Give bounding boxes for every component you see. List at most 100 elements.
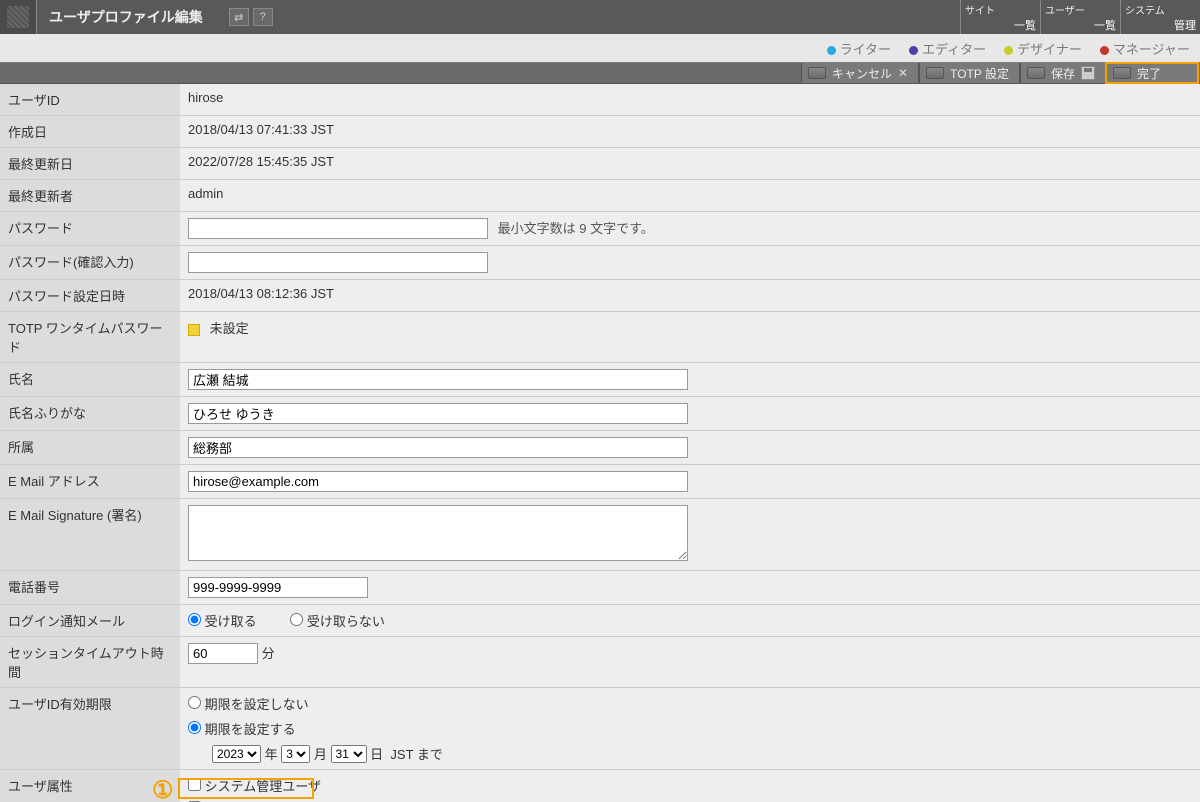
role-item: デザイナー [1004,39,1082,58]
dot-icon [1004,46,1013,55]
button-label: TOTP 設定 [950,65,1009,82]
disk-icon [1081,66,1095,80]
toggle-icon [1027,67,1045,79]
checkbox-label: システム管理ユーザ [205,779,321,794]
cancel-button[interactable]: キャンセル ✕ [801,63,919,83]
label-updated-by: 最終更新者 [0,180,180,212]
role-item: マネージャー [1100,39,1190,58]
radio-label: 受け取る [205,614,257,629]
gmenu-sub: 一覧 [965,17,1036,33]
email-input[interactable] [188,471,688,492]
label-dept: 所属 [0,431,180,465]
value-updated-by: admin [180,180,1200,212]
dot-icon [909,46,918,55]
expiry-tail: JST まで [390,747,443,762]
password-hint: 最小文字数は 9 文字です。 [498,221,654,236]
totp-status: 未設定 [210,321,249,336]
help-button[interactable]: ? [253,8,273,26]
toggle-icon [926,67,944,79]
topbar: ユーザプロファイル編集 ⇄ ? サイト 一覧 ユーザー 一覧 システム 管理 [0,0,1200,34]
radio-label: 期限を設定しない [205,697,309,712]
name-kana-input[interactable] [188,403,688,424]
gmenu-label: システム [1125,2,1196,17]
gmenu-label: サイト [965,2,1036,17]
action-toolbar: キャンセル ✕ TOTP 設定 保存 完了 [0,62,1200,84]
label-created: 作成日 [0,116,180,148]
radio-label: 受け取らない [307,614,385,629]
gmenu-label: ユーザー [1045,2,1116,17]
nav-button[interactable]: ⇄ [229,8,249,26]
login-notify-yes-radio[interactable] [188,613,201,626]
email-signature-input[interactable] [188,505,688,561]
label-password: パスワード [0,212,180,246]
label-session-timeout: セッションタイムアウト時間 [0,637,180,688]
role-label: デザイナー [1017,42,1082,57]
form-scroll[interactable]: ユーザID hirose 作成日 2018/04/13 07:41:33 JST… [0,84,1200,802]
timeout-input[interactable] [188,643,258,664]
button-label: 保存 [1051,65,1075,82]
label-password-set-at: パスワード設定日時 [0,280,180,312]
expiry-month-select[interactable]: 3 [281,745,310,763]
role-label: ライター [840,42,891,57]
toggle-icon [1113,67,1131,79]
label-expiry: ユーザID有効期限 [0,688,180,770]
timeout-unit: 分 [262,646,275,661]
toggle-icon [808,67,826,79]
close-icon: ✕ [898,66,908,80]
dot-icon [1100,46,1109,55]
expiry-year-select[interactable]: 2023 [212,745,261,763]
value-user-id: hirose [180,84,1200,116]
expiry-no-radio[interactable] [188,696,201,709]
label-phone: 電話番号 [0,571,180,605]
role-legend: ライター エディター デザイナー マネージャー [0,34,1200,62]
label-updated: 最終更新日 [0,148,180,180]
expiry-day-select[interactable]: 31 [331,745,367,763]
save-button[interactable]: 保存 [1020,63,1106,83]
label-password-confirm: パスワード(確認入力) [0,246,180,280]
button-label: 完了 [1137,65,1161,82]
role-item: ライター [827,39,891,58]
expiry-yes[interactable]: 期限を設定する [188,722,296,737]
role-item: エディター [909,39,986,58]
global-menus: サイト 一覧 ユーザー 一覧 システム 管理 [960,0,1200,34]
totp-config-button[interactable]: TOTP 設定 [919,63,1020,83]
label-user-attr: ユーザ属性 [0,770,180,802]
radio-label: 期限を設定する [205,722,296,737]
expiry-no[interactable]: 期限を設定しない [188,697,309,712]
attr-admin[interactable]: システム管理ユーザ [188,779,321,794]
gmenu-sub: 管理 [1125,17,1196,33]
label-totp: TOTP ワンタイムパスワード [0,312,180,363]
label-user-id: ユーザID [0,84,180,116]
gmenu-site[interactable]: サイト 一覧 [960,0,1040,34]
gmenu-system[interactable]: システム 管理 [1120,0,1200,34]
login-notify-no-radio[interactable] [290,613,303,626]
phone-input[interactable] [188,577,368,598]
login-notify-no[interactable]: 受け取らない [290,614,385,629]
attr-admin-checkbox[interactable] [188,778,201,791]
page-title: ユーザプロファイル編集 [36,0,215,34]
label-email-sig: E Mail Signature (署名) [0,499,180,571]
app-logo[interactable] [0,0,36,34]
gmenu-user[interactable]: ユーザー 一覧 [1040,0,1120,34]
done-button[interactable]: 完了 [1106,63,1198,83]
label-login-notify: ログイン通知メール [0,605,180,637]
label-email: E Mail アドレス [0,465,180,499]
dot-icon [827,46,836,55]
button-label: キャンセル [832,65,892,82]
name-input[interactable] [188,369,688,390]
profile-form: ユーザID hirose 作成日 2018/04/13 07:41:33 JST… [0,84,1200,802]
value-updated: 2022/07/28 15:45:35 JST [180,148,1200,180]
gmenu-sub: 一覧 [1045,17,1116,33]
status-icon [188,324,200,336]
value-created: 2018/04/13 07:41:33 JST [180,116,1200,148]
role-label: マネージャー [1113,42,1190,57]
label-name: 氏名 [0,363,180,397]
value-password-set-at: 2018/04/13 08:12:36 JST [180,280,1200,312]
login-notify-yes[interactable]: 受け取る [188,614,257,629]
unit-label: 月 [314,747,327,762]
expiry-yes-radio[interactable] [188,721,201,734]
password-confirm-input[interactable] [188,252,488,273]
dept-input[interactable] [188,437,688,458]
label-name-kana: 氏名ふりがな [0,397,180,431]
password-input[interactable] [188,218,488,239]
